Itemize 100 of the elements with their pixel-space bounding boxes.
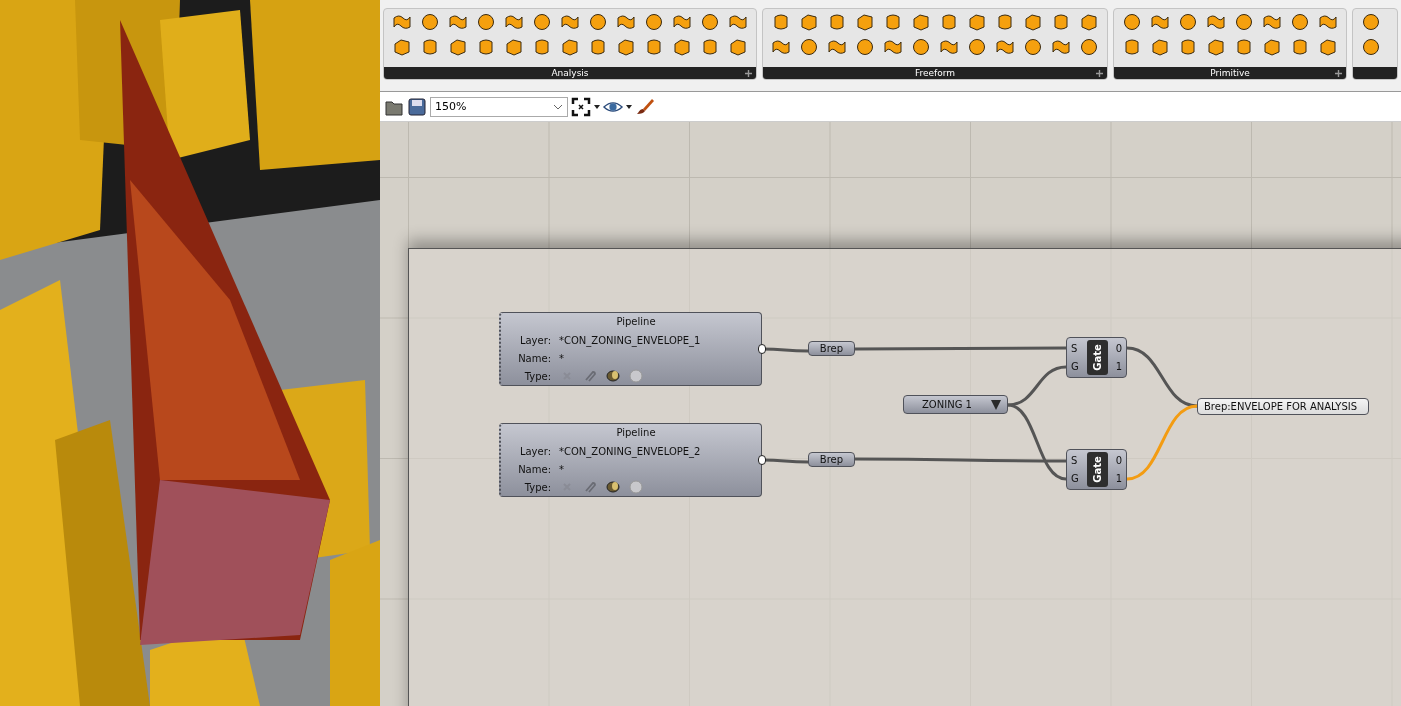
- port-icon[interactable]: [758, 344, 766, 354]
- field-label: Type:: [523, 481, 551, 493]
- surface-icon[interactable]: [1150, 12, 1170, 32]
- panel-label: Analysis: [551, 68, 589, 78]
- cube-icon[interactable]: [855, 12, 875, 32]
- cylinder-icon[interactable]: [1122, 37, 1142, 57]
- cylinder-icon[interactable]: [420, 37, 440, 57]
- sphere-icon[interactable]: [588, 12, 608, 32]
- cube-icon[interactable]: [967, 12, 987, 32]
- surface-icon[interactable]: [1318, 12, 1338, 32]
- port-icon[interactable]: [758, 455, 766, 465]
- cube-icon[interactable]: [448, 37, 468, 57]
- brush-icon[interactable]: [635, 96, 655, 117]
- cube-icon[interactable]: [616, 37, 636, 57]
- sphere-icon[interactable]: [1234, 12, 1254, 32]
- cube-icon[interactable]: [1079, 12, 1099, 32]
- cylinder-icon[interactable]: [532, 37, 552, 57]
- cylinder-icon[interactable]: [883, 12, 903, 32]
- surface-icon[interactable]: [995, 37, 1015, 57]
- zoom-dropdown[interactable]: 150%: [430, 96, 568, 117]
- cube-icon[interactable]: [1318, 37, 1338, 57]
- sphere-icon[interactable]: [799, 37, 819, 57]
- plus-icon[interactable]: [1335, 70, 1342, 77]
- gate-node[interactable]: S G Gate 0 1: [1066, 337, 1127, 378]
- cube-icon[interactable]: [1206, 37, 1226, 57]
- panel-label: Freeform: [914, 68, 956, 78]
- value-list[interactable]: ZONING 1: [903, 395, 1008, 414]
- input-label: G: [1071, 360, 1079, 372]
- cube-icon[interactable]: [1262, 37, 1282, 57]
- cylinder-icon[interactable]: [606, 369, 620, 383]
- surface-icon[interactable]: [728, 12, 748, 32]
- cube-icon[interactable]: [1150, 37, 1170, 57]
- cylinder-icon[interactable]: [771, 12, 791, 32]
- cylinder-icon[interactable]: [1290, 37, 1310, 57]
- field-label: Name:: [517, 352, 551, 364]
- sphere-icon[interactable]: [420, 12, 440, 32]
- sphere-icon[interactable]: [532, 12, 552, 32]
- field-value: *: [559, 463, 564, 475]
- sphere-icon[interactable]: [1361, 12, 1381, 32]
- surface-icon[interactable]: [392, 12, 412, 32]
- cylinder-icon[interactable]: [939, 12, 959, 32]
- cylinder-icon[interactable]: [1234, 37, 1254, 57]
- paperclip-icon[interactable]: [583, 369, 597, 383]
- cube-icon[interactable]: [392, 37, 412, 57]
- field-value: *CON_ZONING_ENVELOPE_2: [559, 445, 701, 457]
- node-title: Gate: [1091, 456, 1103, 483]
- cube-icon[interactable]: [672, 37, 692, 57]
- cylinder-icon[interactable]: [606, 480, 620, 494]
- surface-icon[interactable]: [448, 12, 468, 32]
- cube-icon[interactable]: [799, 12, 819, 32]
- sphere-icon[interactable]: [855, 37, 875, 57]
- caret-icon[interactable]: [594, 104, 600, 109]
- param-node[interactable]: Brep:ENVELOPE FOR ANALYSIS: [1197, 398, 1369, 415]
- zoom-extents-icon[interactable]: [571, 96, 591, 117]
- gate-node[interactable]: S G Gate 0 1: [1066, 449, 1127, 490]
- surface-icon[interactable]: [771, 37, 791, 57]
- sphere-icon[interactable]: [1079, 37, 1099, 57]
- surface-icon[interactable]: [616, 12, 636, 32]
- surface-icon[interactable]: [1262, 12, 1282, 32]
- field-value: *CON_ZONING_ENVELOPE_1: [559, 334, 701, 346]
- cylinder-icon[interactable]: [1178, 37, 1198, 57]
- sphere-icon[interactable]: [911, 37, 931, 57]
- cylinder-icon[interactable]: [995, 12, 1015, 32]
- surface-icon[interactable]: [827, 37, 847, 57]
- cube-icon[interactable]: [560, 37, 580, 57]
- surface-icon[interactable]: [504, 12, 524, 32]
- cylinder-icon[interactable]: [476, 37, 496, 57]
- param-node[interactable]: Brep: [808, 452, 855, 467]
- cube-icon[interactable]: [1023, 12, 1043, 32]
- sphere-icon[interactable]: [1023, 37, 1043, 57]
- paperclip-icon[interactable]: [583, 480, 597, 494]
- sphere-icon[interactable]: [476, 12, 496, 32]
- surface-icon[interactable]: [939, 37, 959, 57]
- cylinder-icon[interactable]: [588, 37, 608, 57]
- sphere-icon[interactable]: [700, 12, 720, 32]
- cylinder-icon[interactable]: [700, 37, 720, 57]
- surface-icon[interactable]: [1051, 37, 1071, 57]
- surface-icon[interactable]: [883, 37, 903, 57]
- plus-icon[interactable]: [1096, 70, 1103, 77]
- cylinder-icon[interactable]: [1051, 12, 1071, 32]
- sphere-icon[interactable]: [644, 12, 664, 32]
- cylinder-icon[interactable]: [827, 12, 847, 32]
- chevron-icon[interactable]: [553, 103, 563, 110]
- sphere-icon[interactable]: [1361, 37, 1381, 57]
- caret-icon[interactable]: [991, 399, 1001, 410]
- sphere-icon[interactable]: [967, 37, 987, 57]
- surface-icon[interactable]: [672, 12, 692, 32]
- cube-icon[interactable]: [728, 37, 748, 57]
- plus-icon[interactable]: [745, 70, 752, 77]
- param-node[interactable]: Brep: [808, 341, 855, 356]
- sphere-icon[interactable]: [1178, 12, 1198, 32]
- cylinder-icon[interactable]: [644, 37, 664, 57]
- sphere-icon[interactable]: [1122, 12, 1142, 32]
- sphere-icon[interactable]: [1290, 12, 1310, 32]
- save-icon[interactable]: [407, 96, 427, 117]
- caret-icon[interactable]: [626, 104, 632, 109]
- cube-icon[interactable]: [504, 37, 524, 57]
- surface-icon[interactable]: [1206, 12, 1226, 32]
- surface-icon[interactable]: [560, 12, 580, 32]
- cube-icon[interactable]: [911, 12, 931, 32]
